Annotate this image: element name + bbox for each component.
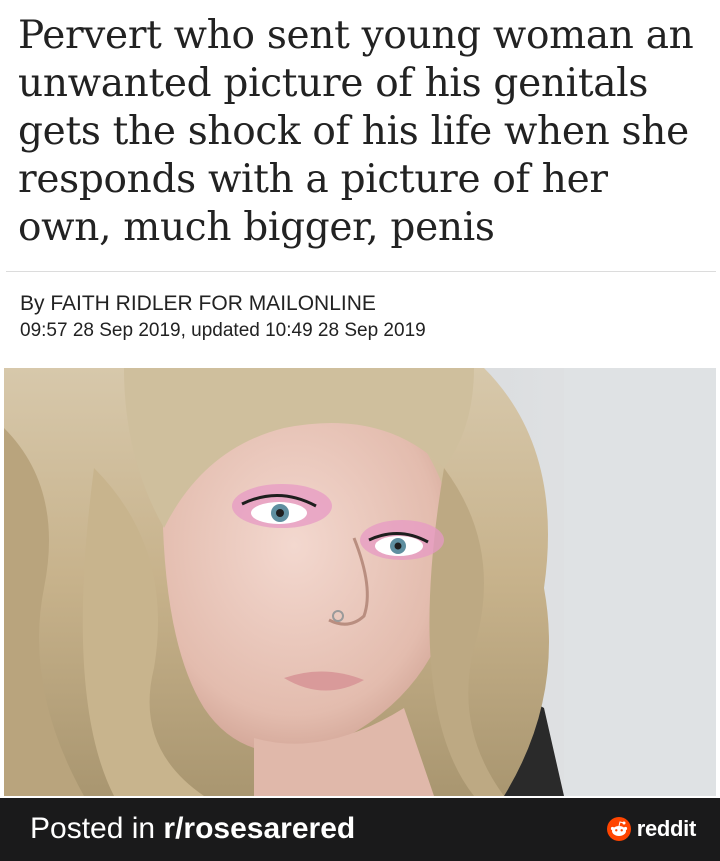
headline-divider — [6, 271, 716, 272]
article-timestamp: 09:57 28 Sep 2019, updated 10:49 28 Sep … — [20, 320, 426, 341]
reddit-wordmark: reddit — [636, 816, 697, 841]
posted-prefix: Posted in — [30, 812, 164, 845]
article-headline: Pervert who sent young woman an unwanted… — [18, 13, 694, 250]
reddit-snoo-icon — [606, 817, 631, 841]
posted-in-label: Posted in r/rosesarered — [30, 812, 355, 846]
article-photo — [4, 368, 716, 796]
reddit-footer-bar: Posted in r/rosesarered reddit — [0, 798, 720, 861]
article-byline: By FAITH RIDLER FOR MAILONLINE — [20, 292, 376, 315]
subreddit-link[interactable]: r/rosesarered — [163, 812, 355, 845]
reddit-logo[interactable]: reddit — [606, 816, 697, 842]
